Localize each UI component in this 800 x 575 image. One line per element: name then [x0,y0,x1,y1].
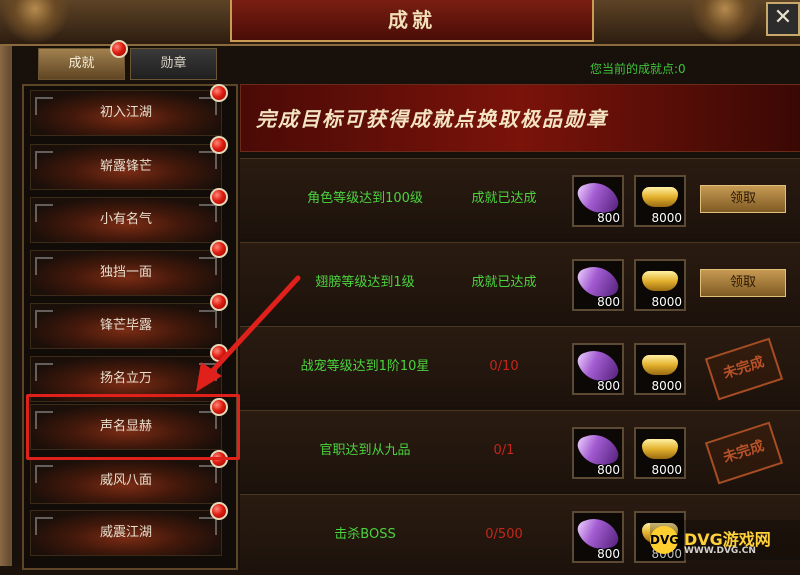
chevron-icon [35,204,53,222]
reward-gold-slot[interactable]: 8000 [634,175,686,227]
chevron-icon [199,204,217,222]
claim-button[interactable]: 领取 [700,269,786,297]
sidebar: 初入江湖 崭露锋芒 小有名气 独挡一面 锋芒毕露 扬名立万 声名显赫 威风八面 [22,84,238,570]
close-button[interactable]: ✕ [766,2,800,36]
sidebar-item-label: 威风八面 [99,473,152,488]
reward-quantity: 800 [597,463,620,477]
reward-gold-slot[interactable]: 8000 [634,343,686,395]
task-status: 0/1 [493,443,515,458]
task-name: 击杀BOSS [334,527,396,542]
task-status: 成就已达成 [471,191,537,206]
task-status: 成就已达成 [471,275,537,290]
notification-dot [210,502,228,520]
reward-feather-slot[interactable]: 800 [572,259,624,311]
reward-quantity: 8000 [651,211,682,225]
reward-feather-slot[interactable]: 800 [572,343,624,395]
reward-quantity: 800 [597,295,620,309]
notification-dot [210,293,228,311]
sidebar-item-9[interactable]: 威震江湖 [30,510,222,556]
sidebar-item-label: 独挡一面 [99,265,152,280]
notification-dot [110,40,128,58]
task-status: 0/500 [485,527,523,542]
gold-ingot-icon [642,271,678,291]
window-title: 成就 [230,0,594,42]
chevron-icon [35,363,53,381]
watermark: DVG DVG游戏网 WWW.DVG.CN [650,520,800,560]
task-row: 角色等级达到100级 成就已达成 800 8000 领取 [240,158,800,239]
chevron-icon [199,465,217,483]
sidebar-item-label: 小有名气 [99,212,152,227]
task-row: 战宠等级达到1阶10星 0/10 800 8000 未完成 [240,326,800,407]
chevron-icon [35,465,53,483]
task-row: 官职达到从九品 0/1 800 8000 未完成 [240,410,800,491]
chevron-icon [199,310,217,328]
watermark-url: WWW.DVG.CN [684,546,756,556]
notification-dot [210,188,228,206]
reward-feather-slot[interactable]: 800 [572,427,624,479]
sidebar-item-label: 锋芒毕露 [99,318,152,333]
corner-ornament-left [0,0,70,44]
banner-text: 完成目标可获得成就点换取极品勋章 [256,107,608,131]
notification-dot [210,240,228,258]
chevron-icon [199,151,217,169]
chevron-icon [199,363,217,381]
task-name: 角色等级达到100级 [307,191,423,206]
reward-quantity: 800 [597,379,620,393]
reward-gold-slot[interactable]: 8000 [634,427,686,479]
task-row: 翅膀等级达到1级 成就已达成 800 8000 领取 [240,242,800,323]
sidebar-item-label: 初入江湖 [99,105,152,120]
claim-button[interactable]: 领取 [700,185,786,213]
chevron-icon [199,517,217,535]
notification-dot [210,344,228,362]
reward-feather-slot[interactable]: 800 [572,175,624,227]
incomplete-stamp: 未完成 [704,421,784,485]
reward-gold-slot[interactable]: 8000 [634,259,686,311]
reward-quantity: 8000 [651,463,682,477]
reward-quantity: 8000 [651,295,682,309]
sidebar-item-8[interactable]: 威风八面 [30,458,222,504]
sidebar-item-5[interactable]: 锋芒毕露 [30,303,222,349]
reward-feather-slot[interactable]: 800 [572,511,624,563]
gold-ingot-icon [642,439,678,459]
sidebar-item-label: 扬名立万 [99,371,152,386]
watermark-logo-icon: DVG [650,526,679,554]
chevron-icon [35,257,53,275]
task-name: 战宠等级达到1阶10星 [300,359,430,374]
chevron-icon [35,310,53,328]
task-name: 官职达到从九品 [319,443,411,458]
sidebar-item-1[interactable]: 初入江湖 [30,90,222,136]
sidebar-item-label: 声名显赫 [99,419,152,434]
tab-medals[interactable]: 勋章 [130,48,217,80]
notification-dot [210,136,228,154]
sidebar-item-label: 崭露锋芒 [99,159,152,174]
gold-ingot-icon [642,355,678,375]
reward-quantity: 800 [597,547,620,561]
gold-ingot-icon [642,187,678,207]
chevron-icon [35,517,53,535]
chevron-icon [35,97,53,115]
sidebar-item-2[interactable]: 崭露锋芒 [30,144,222,190]
reward-quantity: 800 [597,211,620,225]
reward-quantity: 8000 [651,379,682,393]
corner-ornament-right [690,0,760,44]
task-name: 翅膀等级达到1级 [315,275,415,290]
sidebar-item-3[interactable]: 小有名气 [30,197,222,243]
task-status: 0/10 [489,359,519,374]
notification-dot [210,84,228,102]
incomplete-stamp: 未完成 [704,337,784,401]
chevron-icon [35,151,53,169]
achievement-points: 您当前的成就点:0 [590,62,686,76]
sidebar-item-label: 威震江湖 [99,525,152,540]
chevron-icon [199,257,217,275]
sidebar-item-4[interactable]: 独挡一面 [30,250,222,296]
